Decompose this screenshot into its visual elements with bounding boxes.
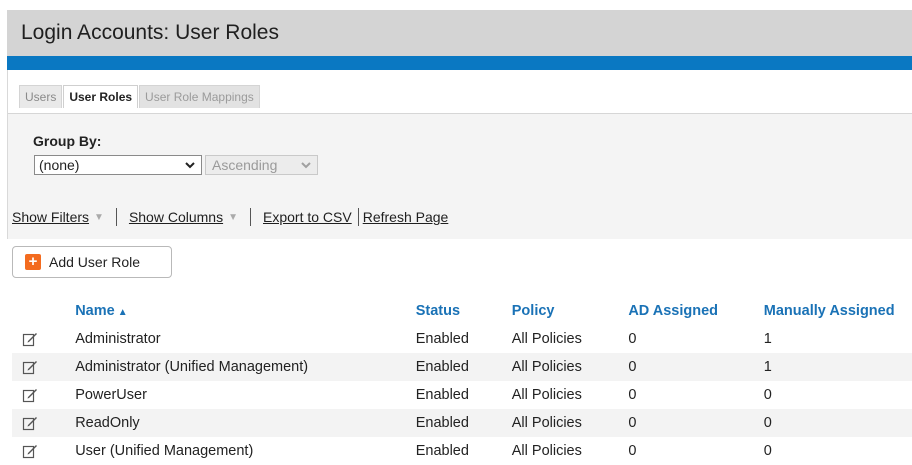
- top-strip: ˇ: [0, 0, 912, 10]
- cell-manually-assigned: 0: [763, 409, 912, 437]
- cell-ad-assigned: 0: [628, 331, 637, 347]
- group-by-select[interactable]: (none): [34, 155, 202, 175]
- cell-name: ReadOnly: [75, 409, 416, 437]
- top-mark: ˇ: [452, 0, 456, 9]
- options-panel: Group By: (none) Ascending Show Filters …: [8, 113, 912, 239]
- show-columns-label: Show Columns: [128, 209, 224, 225]
- header-name[interactable]: Name ▲: [75, 296, 416, 325]
- table-row: Administrator Enabled All Policies 0 1: [12, 325, 912, 353]
- sort-order-value: Ascending: [212, 157, 278, 173]
- sort-order-select[interactable]: Ascending: [205, 155, 318, 175]
- cell-manually-assigned: 1: [763, 331, 772, 347]
- cell-policy: All Policies: [511, 409, 629, 437]
- group-by-value: (none): [39, 157, 80, 173]
- cell-status: Enabled: [415, 353, 512, 381]
- show-filters-label: Show Filters: [12, 209, 90, 225]
- cell-name: User (Unified Management): [75, 443, 254, 459]
- cell-policy: All Policies: [511, 387, 582, 403]
- edit-icon[interactable]: [22, 443, 38, 459]
- cell-ad-assigned: 0: [628, 387, 637, 403]
- action-link-bar: Show Filters ▼ Show Columns ▼ Export to …: [12, 208, 448, 226]
- caret-down-icon[interactable]: ▼: [228, 212, 238, 223]
- table-row: ReadOnly Enabled All Policies 0 0: [12, 409, 912, 437]
- header-manually-assigned[interactable]: Manually Assigned: [764, 296, 912, 325]
- chevron-down-icon: [185, 158, 195, 175]
- cell-ad-assigned: 0: [628, 409, 764, 437]
- cell-manually-assigned: 1: [763, 353, 912, 381]
- user-roles-table: Name ▲ Status Policy AD Assigned Manually…: [12, 296, 912, 465]
- page-title: Login Accounts: User Roles: [21, 21, 279, 44]
- cell-manually-assigned: 0: [763, 443, 772, 459]
- header-edit: [12, 296, 75, 325]
- cell-policy: All Policies: [511, 353, 629, 381]
- show-columns-link[interactable]: Show Columns: [129, 209, 223, 225]
- header-policy[interactable]: Policy: [512, 296, 629, 325]
- tab-user-role-mappings[interactable]: User Role Mappings: [139, 85, 260, 108]
- table-row: User (Unified Management) Enabled All Po…: [12, 437, 912, 465]
- cell-status: Enabled: [415, 387, 469, 403]
- table-row: PowerUser Enabled All Policies 0 0: [12, 381, 912, 409]
- export-csv-link[interactable]: Export to CSV: [263, 209, 352, 225]
- divider: [250, 208, 251, 226]
- cell-ad-assigned: 0: [628, 353, 764, 381]
- table-header-row: Name ▲ Status Policy AD Assigned Manually…: [12, 296, 912, 325]
- header-status[interactable]: Status: [416, 296, 512, 325]
- refresh-page-link[interactable]: Refresh Page: [363, 209, 449, 225]
- add-user-role-label: Add User Role: [49, 254, 141, 270]
- cell-status: Enabled: [415, 409, 512, 437]
- cell-name: Administrator: [75, 331, 161, 347]
- edit-icon[interactable]: [22, 331, 38, 347]
- tab-users[interactable]: Users: [19, 85, 63, 108]
- chevron-down-icon: [301, 158, 311, 175]
- sort-ascending-icon: ▲: [117, 306, 128, 318]
- accent-bar: [7, 56, 912, 70]
- cell-policy: All Policies: [511, 443, 582, 459]
- plus-icon: +: [25, 254, 41, 270]
- cell-name: PowerUser: [75, 387, 147, 403]
- cell-status: Enabled: [415, 331, 469, 347]
- group-by-label: Group By:: [33, 133, 102, 149]
- tab-container: Users User Roles User Role Mappings Grou…: [7, 70, 912, 239]
- title-bar: Login Accounts: User Roles: [7, 10, 912, 56]
- header-name-label: Name: [75, 302, 115, 319]
- tab-strip: Users User Roles User Role Mappings: [19, 85, 261, 108]
- cell-name: Administrator (Unified Management): [75, 353, 416, 381]
- edit-icon[interactable]: [22, 387, 38, 403]
- cell-status: Enabled: [415, 443, 469, 459]
- tab-user-roles[interactable]: User Roles: [63, 85, 139, 108]
- cell-ad-assigned: 0: [628, 443, 637, 459]
- add-user-role-button[interactable]: + Add User Role: [12, 246, 172, 278]
- edit-icon[interactable]: [22, 415, 38, 431]
- divider: [357, 208, 359, 226]
- show-filters-link[interactable]: Show Filters: [12, 209, 89, 225]
- header-ad-assigned[interactable]: AD Assigned: [628, 296, 763, 325]
- table-row: Administrator (Unified Management) Enabl…: [12, 353, 912, 381]
- caret-down-icon[interactable]: ▼: [94, 212, 104, 223]
- divider: [115, 208, 117, 226]
- cell-policy: All Policies: [511, 331, 582, 347]
- edit-icon[interactable]: [22, 359, 38, 375]
- cell-manually-assigned: 0: [763, 387, 772, 403]
